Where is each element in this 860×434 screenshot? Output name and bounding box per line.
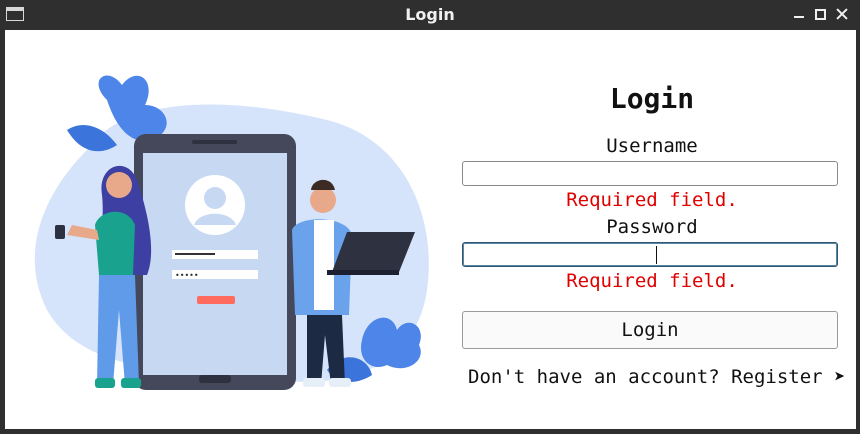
register-link[interactable]: Don't have an account? Register ➤: [468, 366, 846, 388]
minimize-icon[interactable]: [793, 8, 805, 20]
window-title: Login: [405, 5, 455, 24]
text-caret: [656, 246, 657, 264]
login-content: ••••• Login Username Required field. Pas…: [5, 30, 856, 429]
maximize-icon[interactable]: [815, 9, 826, 20]
login-form: Login Username Required field. Password …: [462, 30, 846, 429]
svg-text:•••••: •••••: [175, 271, 199, 280]
login-illustration: •••••: [34, 75, 429, 390]
form-heading: Login: [609, 82, 695, 115]
username-label: Username: [606, 135, 698, 157]
password-input[interactable]: [462, 242, 838, 267]
username-error: Required field.: [566, 189, 738, 211]
username-input[interactable]: [462, 161, 838, 186]
close-icon[interactable]: [836, 8, 848, 20]
app-window: Login ••••• Login Username Required fiel…: [0, 0, 860, 434]
password-error: Required field.: [566, 270, 738, 292]
login-button[interactable]: Login: [462, 311, 838, 349]
title-bar[interactable]: Login: [0, 0, 860, 30]
password-label: Password: [606, 216, 698, 238]
